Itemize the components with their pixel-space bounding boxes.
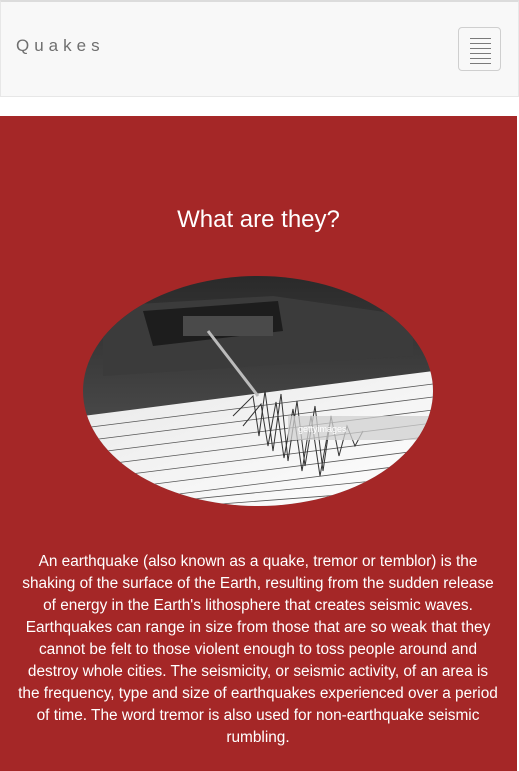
brand-link[interactable]: Quakes xyxy=(16,36,105,56)
navbar: Quakes xyxy=(0,0,519,97)
page: Quakes What are they? gettyimages An ear… xyxy=(0,0,519,771)
svg-text:gettyimages: gettyimages xyxy=(298,424,347,434)
menu-toggle-button[interactable] xyxy=(458,27,501,71)
section-title: What are they? xyxy=(177,206,340,233)
seismograph-image: gettyimages xyxy=(83,276,433,506)
hamburger-menu-icon xyxy=(470,38,491,68)
section-description: An earthquake (also known as a quake, tr… xyxy=(18,553,498,746)
